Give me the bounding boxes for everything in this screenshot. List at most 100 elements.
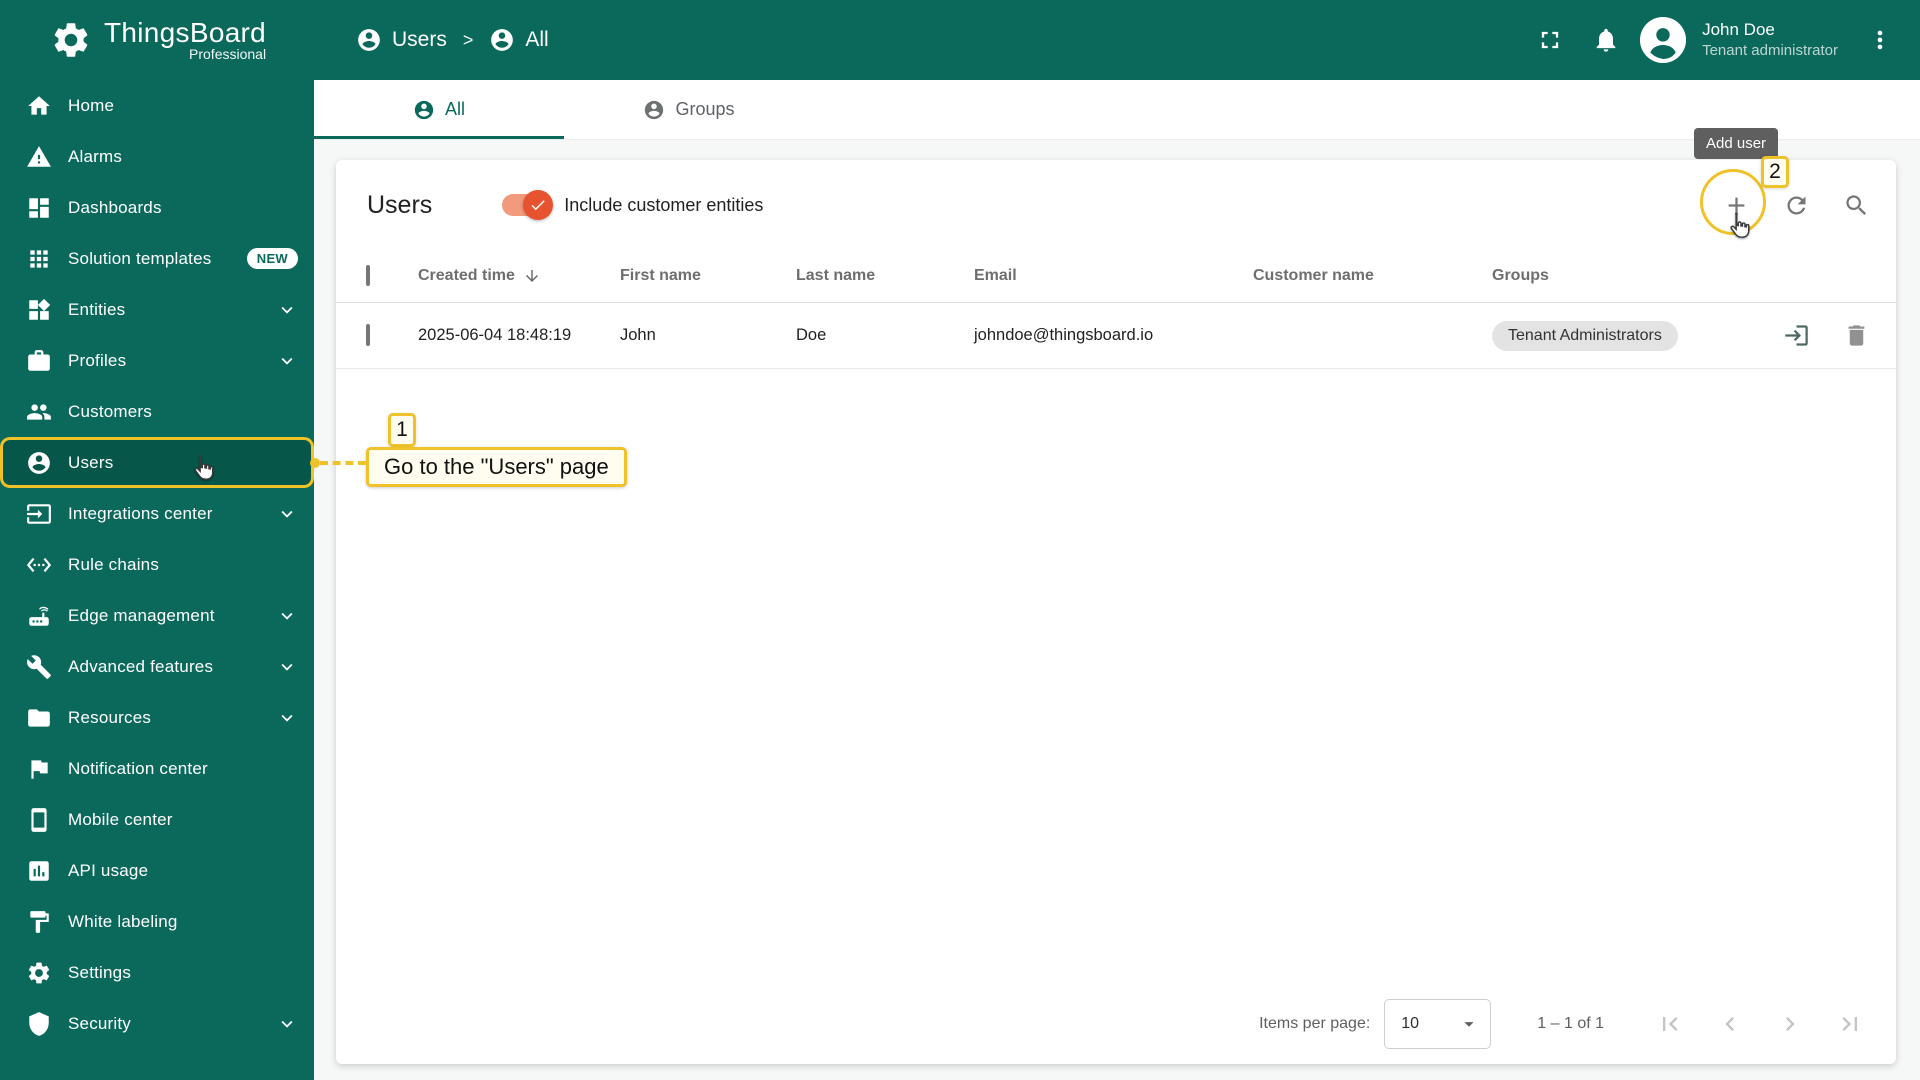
cursor-hand-icon	[1722, 210, 1754, 242]
annotation-connector-line	[320, 461, 366, 465]
sidebar-item-profiles[interactable]: Profiles	[0, 335, 314, 386]
include-customer-entities-toggle[interactable]: Include customer entities	[502, 190, 764, 220]
toggle-label: Include customer entities	[564, 194, 764, 215]
sidebar-item-label: Resources	[68, 707, 152, 727]
sidebar-item-customers[interactable]: Customers	[0, 386, 314, 437]
fullscreen-button[interactable]	[1528, 18, 1572, 62]
items-per-page-select[interactable]: 10	[1384, 999, 1492, 1049]
pagination-range: 1 – 1 of 1	[1537, 1015, 1604, 1032]
sidebar-item-white-labeling[interactable]: White labeling	[0, 896, 314, 947]
notifications-bell-button[interactable]	[1584, 18, 1628, 62]
sidebar-item-label: Security	[68, 1013, 132, 1033]
cell-last-name: Doe	[796, 326, 827, 344]
top-bar: ThingsBoard Professional Users > All Joh…	[0, 0, 1920, 80]
top-bar-actions: John Doe Tenant administrator	[1528, 17, 1920, 63]
sidebar-item-advanced-features[interactable]: Advanced features	[0, 641, 314, 692]
sidebar-item-label: Alarms	[68, 146, 123, 166]
main-area: All Groups Users Include customer entiti…	[314, 80, 1920, 1080]
chevron-down-icon	[276, 503, 298, 525]
user-info: John Doe Tenant administrator	[1702, 19, 1838, 61]
first-page-button[interactable]	[1646, 1000, 1694, 1048]
sidebar-item-label: Customers	[68, 401, 152, 421]
column-email[interactable]: Email	[974, 267, 1253, 285]
sidebar-item-solution-templates[interactable]: Solution templates NEW	[0, 233, 314, 284]
sidebar-item-label: Mobile center	[68, 809, 173, 829]
sidebar-item-api-usage[interactable]: API usage	[0, 845, 314, 896]
annotation-step1-callout: Go to the "Users" page	[366, 447, 627, 487]
sidebar-item-rule-chains[interactable]: Rule chains	[0, 539, 314, 590]
sidebar-item-settings[interactable]: Settings	[0, 947, 314, 998]
last-page-button[interactable]	[1826, 1000, 1874, 1048]
thingsboard-logo[interactable]: ThingsBoard Professional	[0, 18, 314, 62]
breadcrumb-all[interactable]: All	[489, 27, 549, 53]
sidebar: Home Alarms Dashboards Solution templates NE…	[0, 80, 314, 1080]
brand-name: ThingsBoard	[104, 16, 267, 48]
user-avatar[interactable]	[1640, 17, 1687, 63]
sidebar-item-label: Profiles	[68, 350, 127, 370]
sidebar-item-edge-management[interactable]: Edge management	[0, 590, 314, 641]
sidebar-item-label: Advanced features	[68, 656, 214, 676]
annotation-step2-number: 2	[1761, 156, 1789, 188]
apps-icon	[26, 246, 52, 272]
table-row[interactable]: 2025-06-04 18:48:19 John Doe johndoe@thi…	[336, 303, 1896, 369]
sidebar-item-alarms[interactable]: Alarms	[0, 131, 314, 182]
cursor-hand-icon	[186, 452, 218, 484]
next-page-button[interactable]	[1766, 1000, 1814, 1048]
chart-icon	[26, 858, 52, 884]
login-as-user-button[interactable]	[1783, 322, 1810, 349]
toggle-thumb-check-icon	[523, 190, 554, 220]
breadcrumb-users[interactable]: Users	[356, 27, 447, 53]
sidebar-item-mobile-center[interactable]: Mobile center	[0, 794, 314, 845]
app-root: ThingsBoard Professional Users > All Joh…	[0, 0, 1920, 1080]
user-icon	[489, 27, 515, 53]
sidebar-item-label: Entities	[68, 299, 126, 319]
sidebar-item-label: Users	[68, 452, 114, 472]
sidebar-item-label: Rule chains	[68, 554, 160, 574]
sidebar-item-integrations-center[interactable]: Integrations center	[0, 488, 314, 539]
cell-first-name: John	[620, 326, 656, 344]
more-menu-button[interactable]	[1858, 18, 1902, 62]
row-checkbox[interactable]	[366, 324, 370, 346]
folder-icon	[26, 705, 52, 731]
customers-icon	[26, 399, 52, 425]
refresh-button[interactable]	[1774, 183, 1818, 227]
logo-gear-icon	[50, 19, 92, 61]
column-customer-name[interactable]: Customer name	[1253, 267, 1492, 285]
sidebar-item-home[interactable]: Home	[0, 80, 314, 131]
delete-user-button[interactable]	[1843, 322, 1870, 349]
entities-icon	[26, 297, 52, 323]
sidebar-item-label: Edge management	[68, 605, 215, 625]
tab-all[interactable]: All	[314, 80, 564, 139]
column-last-name[interactable]: Last name	[796, 267, 974, 285]
chevron-down-icon	[276, 707, 298, 729]
sidebar-item-resources[interactable]: Resources	[0, 692, 314, 743]
breadcrumb-separator: >	[462, 29, 474, 50]
column-groups[interactable]: Groups	[1492, 267, 1762, 285]
column-first-name[interactable]: First name	[620, 267, 796, 285]
sidebar-item-notification-center[interactable]: Notification center	[0, 743, 314, 794]
sidebar-item-users[interactable]: Users	[0, 437, 314, 488]
add-user-tooltip: Add user	[1694, 128, 1779, 159]
select-all-checkbox[interactable]	[366, 265, 370, 286]
annotation-step1-number: 1	[388, 413, 416, 447]
integration-icon	[26, 501, 52, 527]
chevron-down-icon	[276, 350, 298, 372]
sidebar-item-security[interactable]: Security	[0, 998, 314, 1049]
toggle-track[interactable]	[502, 190, 554, 220]
dashboard-icon	[26, 195, 52, 221]
previous-page-button[interactable]	[1706, 1000, 1754, 1048]
column-created-time[interactable]: Created time	[418, 267, 620, 285]
sidebar-item-label: API usage	[68, 860, 149, 880]
sidebar-item-label: White labeling	[68, 911, 178, 931]
home-icon	[26, 93, 52, 119]
sidebar-item-dashboards[interactable]: Dashboards	[0, 182, 314, 233]
search-button[interactable]	[1834, 183, 1878, 227]
group-chip[interactable]: Tenant Administrators	[1492, 320, 1678, 351]
sidebar-item-entities[interactable]: Entities	[0, 284, 314, 335]
tab-groups[interactable]: Groups	[564, 80, 814, 139]
sort-desc-arrow-icon	[523, 267, 541, 285]
row-actions	[1762, 322, 1896, 349]
cell-created-time: 2025-06-04 18:48:19	[418, 326, 572, 344]
sidebar-item-label: Settings	[68, 962, 132, 982]
card-header: Users Include customer entities	[336, 160, 1896, 250]
